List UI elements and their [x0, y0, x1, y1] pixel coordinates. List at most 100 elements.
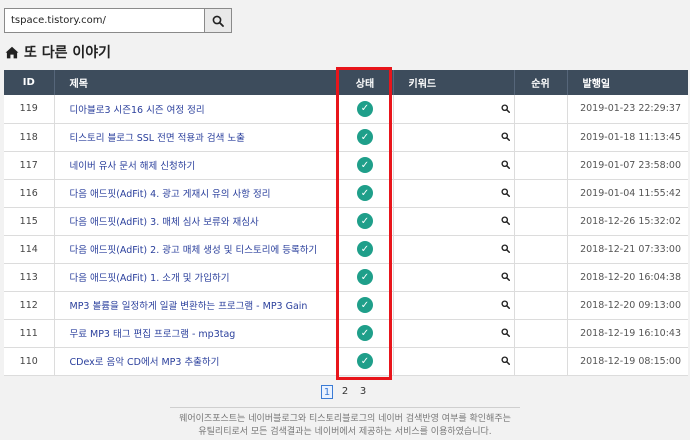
row-status: ✓	[337, 95, 394, 124]
page-link-2[interactable]: 2	[339, 385, 351, 399]
table-row: 118 티스토리 블로그 SSL 전면 적용과 검색 노출 ✓ 2019-01-18 …	[4, 123, 688, 152]
check-circle-icon: ✓	[357, 157, 373, 173]
section-heading: 또 다른 이야기	[5, 42, 111, 62]
row-title-cell: 다음 애드핏(AdFit) 1. 소개 및 가입하기	[54, 263, 338, 292]
post-title-link[interactable]: MP3 볼륨을 일정하게 일괄 변환하는 프로그램 - MP3 Gain	[70, 301, 308, 312]
row-title-cell: 네이버 유사 문서 해제 신청하기	[54, 151, 338, 180]
search-icon[interactable]	[500, 160, 510, 169]
page-link-3[interactable]: 3	[357, 385, 369, 399]
row-keyword	[393, 207, 515, 236]
table-row: 113 다음 애드핏(AdFit) 1. 소개 및 가입하기 ✓ 2018-12-20…	[4, 263, 688, 292]
row-id: 111	[4, 319, 55, 348]
row-rank	[514, 291, 568, 320]
row-id: 114	[4, 235, 55, 264]
row-title-cell: 티스토리 블로그 SSL 전면 적용과 검색 노출	[54, 123, 338, 152]
row-rank	[514, 95, 568, 124]
post-title-link[interactable]: 다음 애드핏(AdFit) 1. 소개 및 가입하기	[70, 273, 230, 284]
row-id: 112	[4, 291, 55, 320]
page-link-1[interactable]: 1	[321, 385, 333, 399]
check-circle-icon: ✓	[357, 241, 373, 257]
search-icon[interactable]	[500, 132, 510, 141]
row-keyword	[393, 263, 515, 292]
row-rank	[514, 319, 568, 348]
row-rank	[514, 207, 568, 236]
post-title-link[interactable]: 다음 애드핏(AdFit) 4. 광고 게재시 유의 사항 정리	[70, 189, 271, 200]
check-circle-icon: ✓	[357, 269, 373, 285]
row-rank	[514, 123, 568, 152]
row-title-cell: 디아블로3 시즌16 시즌 여정 정리	[54, 95, 338, 124]
row-keyword	[393, 291, 515, 320]
row-date: 2018-12-20 09:13:00	[567, 291, 688, 320]
check-circle-icon: ✓	[357, 100, 373, 117]
row-date: 2018-12-20 16:04:38	[567, 263, 688, 292]
column-header-title: 제목	[54, 70, 338, 95]
footer-line-1: 웨어이즈포스트는 네이버블로그와 티스토리블로그의 네이버 검색반영 여부를 확…	[179, 414, 511, 424]
search-icon[interactable]	[500, 216, 510, 225]
row-status: ✓	[337, 235, 394, 264]
row-keyword	[393, 347, 515, 376]
post-title-link[interactable]: 네이버 유사 문서 해제 신청하기	[70, 161, 196, 172]
row-rank	[514, 263, 568, 292]
row-keyword	[393, 95, 515, 124]
row-status: ✓	[337, 151, 394, 180]
search-icon[interactable]	[500, 244, 510, 253]
search-icon[interactable]	[500, 300, 510, 309]
row-rank	[514, 151, 568, 180]
row-date: 2019-01-23 22:29:37	[567, 95, 688, 124]
table-row: 114 다음 애드핏(AdFit) 2. 광고 매체 생성 및 티스토리에 등록하…	[4, 235, 688, 264]
row-status: ✓	[337, 207, 394, 236]
row-keyword	[393, 151, 515, 180]
home-icon	[5, 46, 19, 58]
column-header-keyword: 키워드	[393, 70, 515, 95]
check-circle-icon: ✓	[357, 325, 373, 341]
footer-note: 웨어이즈포스트는 네이버블로그와 티스토리블로그의 네이버 검색반영 여부를 확…	[0, 413, 690, 439]
post-title-link[interactable]: 무료 MP3 태그 편집 프로그램 - mp3tag	[70, 329, 236, 340]
search-icon[interactable]	[500, 328, 510, 337]
post-title-link[interactable]: CDex로 음악 CD에서 MP3 추출하기	[70, 357, 220, 368]
table-row: 116 다음 애드핏(AdFit) 4. 광고 게재시 유의 사항 정리 ✓ 2019…	[4, 179, 688, 208]
row-keyword	[393, 235, 515, 264]
row-title-cell: 다음 애드핏(AdFit) 2. 광고 매체 생성 및 티스토리에 등록하기	[54, 235, 338, 264]
search-button[interactable]	[204, 8, 232, 33]
row-rank	[514, 235, 568, 264]
post-title-link[interactable]: 다음 애드핏(AdFit) 2. 광고 매체 생성 및 티스토리에 등록하기	[70, 245, 318, 256]
column-header-date: 발행일	[567, 70, 688, 95]
search-icon[interactable]	[500, 356, 510, 365]
row-rank	[514, 347, 568, 376]
search-icon[interactable]	[500, 272, 510, 281]
table-header-row: ID 제목 상태 키워드 순위 발행일	[4, 70, 688, 95]
post-title-link[interactable]: 디아블로3 시즌16 시즌 여정 정리	[70, 105, 205, 116]
row-status: ✓	[337, 291, 394, 320]
table-row: 111 무료 MP3 태그 편집 프로그램 - mp3tag ✓ 2018-12-19…	[4, 319, 688, 348]
row-date: 2019-01-07 23:58:00	[567, 151, 688, 180]
row-title-cell: 다음 애드핏(AdFit) 3. 매체 심사 보류와 재심사	[54, 207, 338, 236]
search-icon[interactable]	[500, 104, 510, 113]
check-circle-icon: ✓	[357, 213, 373, 229]
row-date: 2019-01-18 11:13:45	[567, 123, 688, 152]
row-date: 2018-12-21 07:33:00	[567, 235, 688, 264]
column-header-rank: 순위	[514, 70, 568, 95]
search-input[interactable]	[4, 8, 204, 33]
row-status: ✓	[337, 263, 394, 292]
section-title: 또 다른 이야기	[24, 45, 112, 61]
post-title-link[interactable]: 다음 애드핏(AdFit) 3. 매체 심사 보류와 재심사	[70, 217, 259, 228]
row-id: 116	[4, 179, 55, 208]
row-id: 115	[4, 207, 55, 236]
search-icon[interactable]	[500, 188, 510, 197]
column-header-id: ID	[4, 70, 55, 95]
row-date: 2018-12-19 08:15:00	[567, 347, 688, 376]
row-title-cell: 무료 MP3 태그 편집 프로그램 - mp3tag	[54, 319, 338, 348]
row-title-cell: MP3 볼륨을 일정하게 일괄 변환하는 프로그램 - MP3 Gain	[54, 291, 338, 320]
footer-divider	[170, 407, 520, 408]
row-status: ✓	[337, 347, 394, 376]
check-circle-icon: ✓	[357, 129, 373, 145]
row-keyword	[393, 179, 515, 208]
search-bar	[4, 8, 232, 33]
row-id: 119	[4, 95, 55, 124]
footer-line-2: 유틸리티로서 모든 검색결과는 네이버에서 제공하는 서비스를 이용하였습니다.	[198, 427, 492, 437]
row-date: 2018-12-26 15:32:02	[567, 207, 688, 236]
row-rank	[514, 179, 568, 208]
row-status: ✓	[337, 179, 394, 208]
post-title-link[interactable]: 티스토리 블로그 SSL 전면 적용과 검색 노출	[70, 133, 245, 144]
row-title-cell: 다음 애드핏(AdFit) 4. 광고 게재시 유의 사항 정리	[54, 179, 338, 208]
